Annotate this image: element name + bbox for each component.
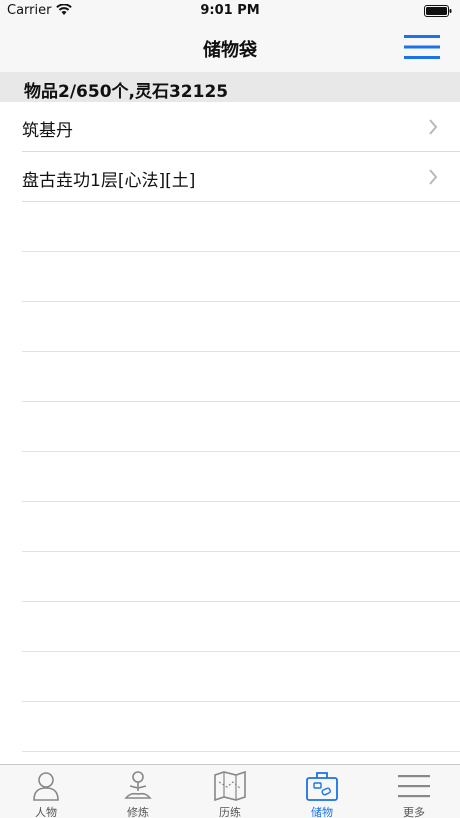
more-icon [398,775,430,798]
empty-row [0,302,460,352]
empty-row [0,202,460,252]
item-label: 盘古垚功1层[心法][土] [22,171,196,191]
item-label: 筑基丹 [22,121,73,141]
meditation-icon [124,771,152,799]
summary-text: 物品2/650个,灵石32125 [24,82,229,102]
tab-label: 人物 [35,806,57,818]
inventory-summary: 物品2/650个,灵石32125 [0,72,460,102]
hamburger-menu-icon[interactable] [404,34,440,60]
empty-row [0,452,460,502]
status-time: 9:01 PM [200,3,260,18]
person-icon [33,772,59,801]
status-bar: Carrier 9:01 PM [0,0,460,22]
tab-more[interactable]: 更多 [368,765,460,818]
empty-row [0,502,460,552]
navigation-bar: 储物袋 [0,22,460,72]
page-title: 储物袋 [203,40,257,61]
tab-label: 历练 [219,806,241,818]
chevron-right-icon [429,169,438,185]
tab-cultivation[interactable]: 修炼 [92,765,184,818]
map-icon [214,770,246,802]
empty-row [0,702,460,752]
empty-row [0,652,460,702]
empty-row [0,602,460,652]
tab-character[interactable]: 人物 [0,765,92,818]
empty-row [0,402,460,452]
list-item[interactable]: 筑基丹 [0,102,460,152]
tab-bar: 人物 修炼 历练 储物 更多 [0,764,460,818]
tab-adventure[interactable]: 历练 [184,765,276,818]
row-divider [22,751,460,752]
tab-storage[interactable]: 储物 [276,765,368,818]
tab-label: 更多 [403,806,425,818]
inventory-screen: Carrier 9:01 PM 储物袋 物品2/650个,灵石32125 筑基丹 [0,0,460,818]
bag-icon [306,772,338,801]
chevron-right-icon [429,119,438,135]
tab-label: 储物 [311,806,333,818]
item-list: 筑基丹 盘古垚功1层[心法][土] [0,102,460,752]
empty-row [0,352,460,402]
battery-icon [424,5,452,17]
empty-row [0,252,460,302]
list-item[interactable]: 盘古垚功1层[心法][土] [0,152,460,202]
tab-label: 修炼 [127,806,149,818]
empty-row [0,552,460,602]
